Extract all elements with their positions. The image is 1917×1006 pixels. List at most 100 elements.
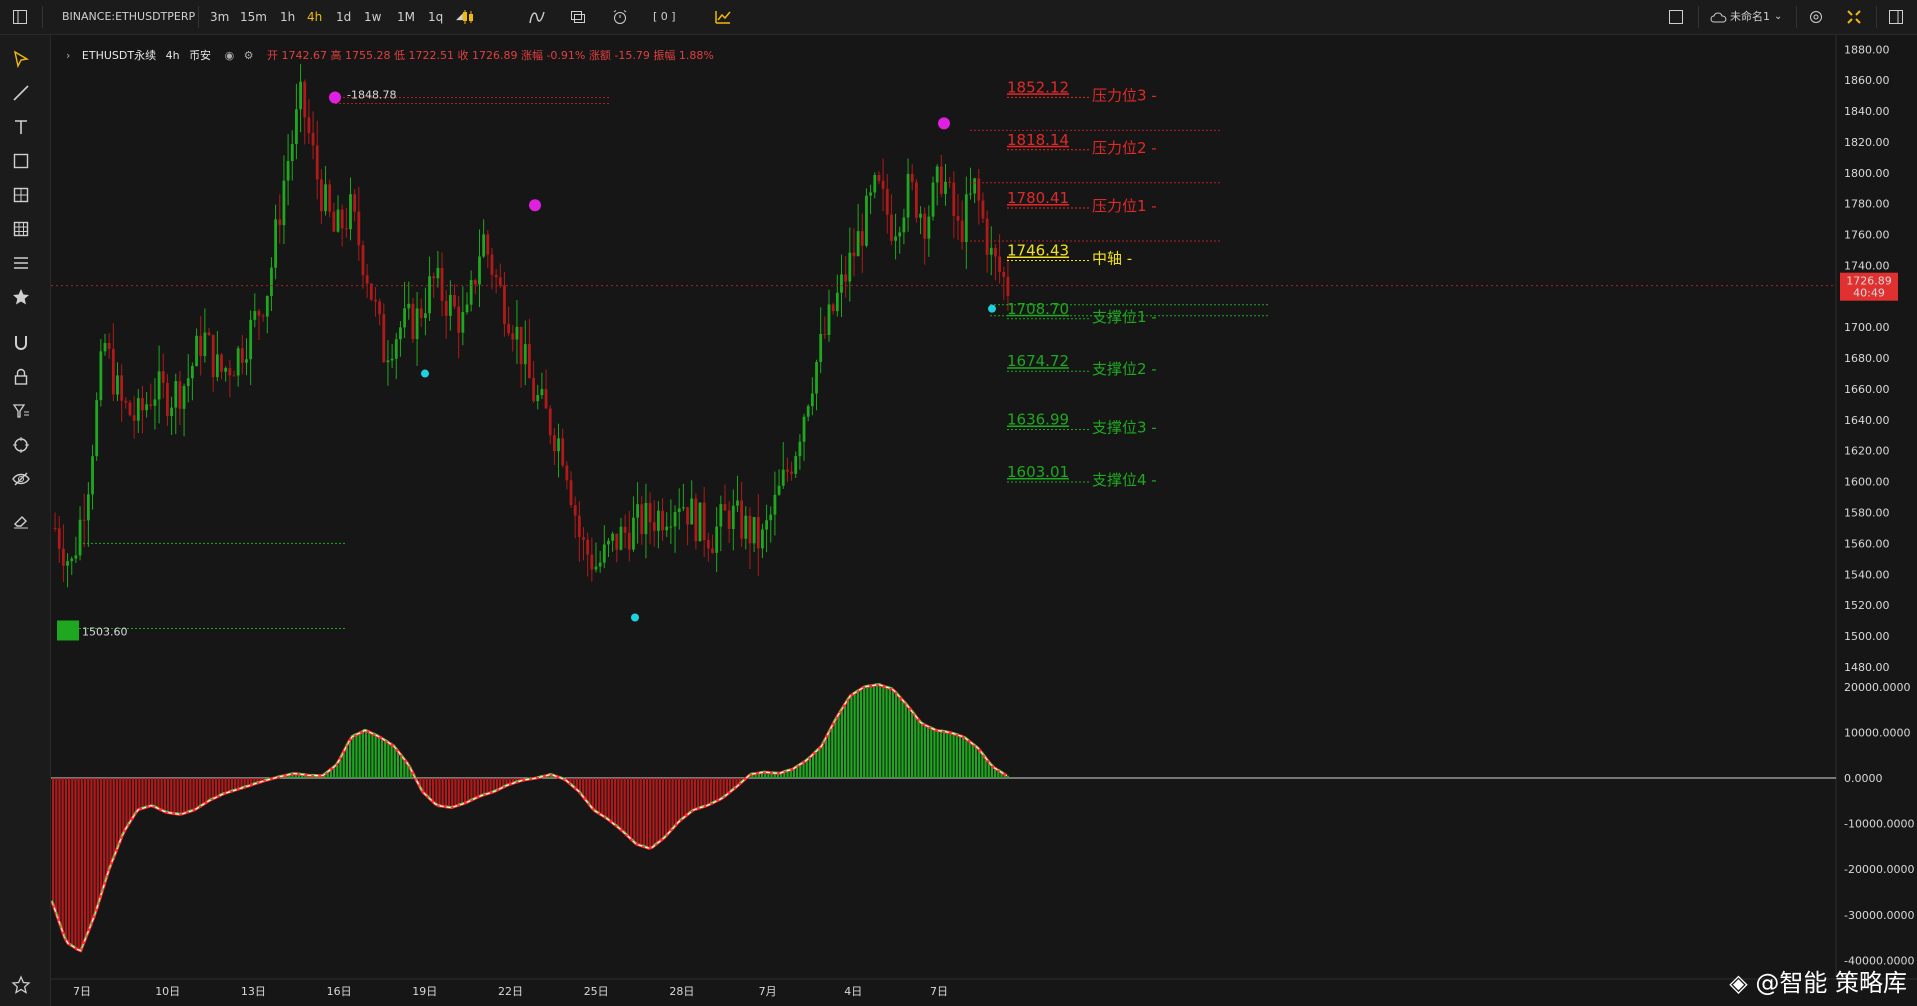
macd-bar	[489, 778, 492, 794]
macd-bar	[218, 778, 221, 797]
candle-body	[931, 182, 935, 217]
price-chart[interactable]: 1880.00 1860.00 1840.00 1820.00 1800.00 1780.…	[0, 0, 1917, 1006]
macd-bar	[818, 749, 821, 779]
candle-body	[278, 219, 282, 226]
macd-bar	[374, 734, 377, 779]
candle-body	[295, 109, 298, 145]
candle-body	[636, 504, 640, 518]
candle-body	[956, 216, 960, 221]
macd-bar	[463, 778, 467, 804]
candle-body	[998, 256, 1001, 272]
macd-bar	[955, 734, 958, 779]
macd-bar	[626, 778, 629, 836]
candle-body	[969, 193, 972, 195]
macd-bar	[831, 727, 834, 779]
candle-body	[944, 181, 947, 194]
candle-body	[1006, 276, 1010, 297]
macd-bar	[633, 778, 636, 842]
collapse-chevron-icon[interactable]: ›	[66, 49, 70, 62]
candle-body	[731, 505, 735, 529]
candle-body	[374, 299, 377, 302]
macd-bar	[173, 778, 176, 814]
candle-body	[220, 354, 223, 372]
candle-body	[711, 548, 714, 553]
macd-bar	[211, 778, 214, 800]
candle-body	[881, 181, 885, 189]
macd-bar	[917, 718, 920, 779]
candle-body	[228, 368, 232, 376]
macd-bar	[115, 778, 119, 852]
candle-body	[927, 216, 931, 239]
macd-bar	[824, 739, 827, 779]
candle-body	[740, 500, 744, 539]
macd-bar	[195, 778, 198, 810]
candle-body	[623, 526, 627, 533]
candle-body	[224, 368, 228, 372]
candle-body	[582, 537, 585, 540]
macd-bar	[182, 778, 186, 814]
candle-body	[669, 526, 673, 528]
macd-tick-label: -20000.0000	[1844, 863, 1914, 876]
price-tick-label: 1680.00	[1844, 352, 1890, 365]
level-value: 1746.43	[1007, 242, 1069, 260]
visibility-eye-icon[interactable]: ◉	[225, 49, 235, 62]
candle-body	[794, 456, 798, 474]
candle-body	[661, 510, 664, 531]
candle-body	[569, 480, 573, 506]
macd-bar	[138, 778, 141, 810]
macd-bar	[949, 732, 952, 779]
macd-bar	[214, 778, 218, 798]
candle-body	[62, 548, 65, 566]
candle-body	[686, 507, 689, 525]
settings-small-icon[interactable]: ⚙	[244, 49, 254, 62]
brand-icon: ◈	[1729, 969, 1748, 997]
macd-bar	[390, 743, 393, 779]
candle-body	[203, 332, 207, 357]
macd-bar	[467, 778, 470, 803]
candle-body	[856, 231, 860, 257]
macd-bar	[441, 778, 444, 807]
candle-body	[394, 339, 398, 359]
macd-bar	[920, 722, 923, 779]
time-tick-label: 22日	[498, 985, 523, 998]
candle-body	[552, 435, 556, 452]
candle-body	[419, 308, 423, 319]
macd-bar	[473, 778, 476, 800]
price-tick-label: 1520.00	[1844, 599, 1890, 612]
macd-bar	[895, 691, 898, 779]
macd-bar	[131, 778, 135, 820]
macd-bar	[942, 731, 946, 779]
macd-bar	[135, 778, 138, 814]
candle-body	[57, 528, 61, 549]
candle-body	[511, 333, 515, 340]
candle-body	[860, 231, 864, 246]
candle-body	[702, 502, 706, 540]
macd-bar	[479, 778, 483, 797]
macd-bar	[933, 729, 936, 779]
candle-body	[74, 555, 78, 559]
candle-body	[107, 343, 111, 349]
price-tick-label: 1840.00	[1844, 105, 1890, 118]
candle-body	[290, 144, 294, 161]
time-tick-label: 13日	[241, 985, 266, 998]
macd-bar	[96, 778, 99, 909]
macd-bar	[668, 778, 671, 834]
candle-body	[823, 333, 827, 335]
macd-bar	[713, 778, 716, 803]
macd-bar	[457, 778, 460, 806]
candle-body	[694, 498, 698, 542]
candle-body	[781, 469, 785, 486]
candle-body	[773, 494, 777, 515]
price-tick-label: 1860.00	[1844, 74, 1890, 87]
macd-bar	[693, 778, 697, 810]
candle-body	[852, 252, 856, 257]
candle-body	[590, 554, 594, 570]
price-tick-label: 1500.00	[1844, 630, 1890, 643]
candle-body	[602, 544, 606, 563]
candle-body	[261, 315, 265, 317]
level-name: 压力位2 -	[1092, 139, 1157, 157]
watermark: ◈ @智能 策略库	[1729, 963, 1907, 998]
macd-bar	[649, 778, 652, 849]
candle-body	[453, 294, 456, 307]
candle-body	[319, 179, 323, 212]
